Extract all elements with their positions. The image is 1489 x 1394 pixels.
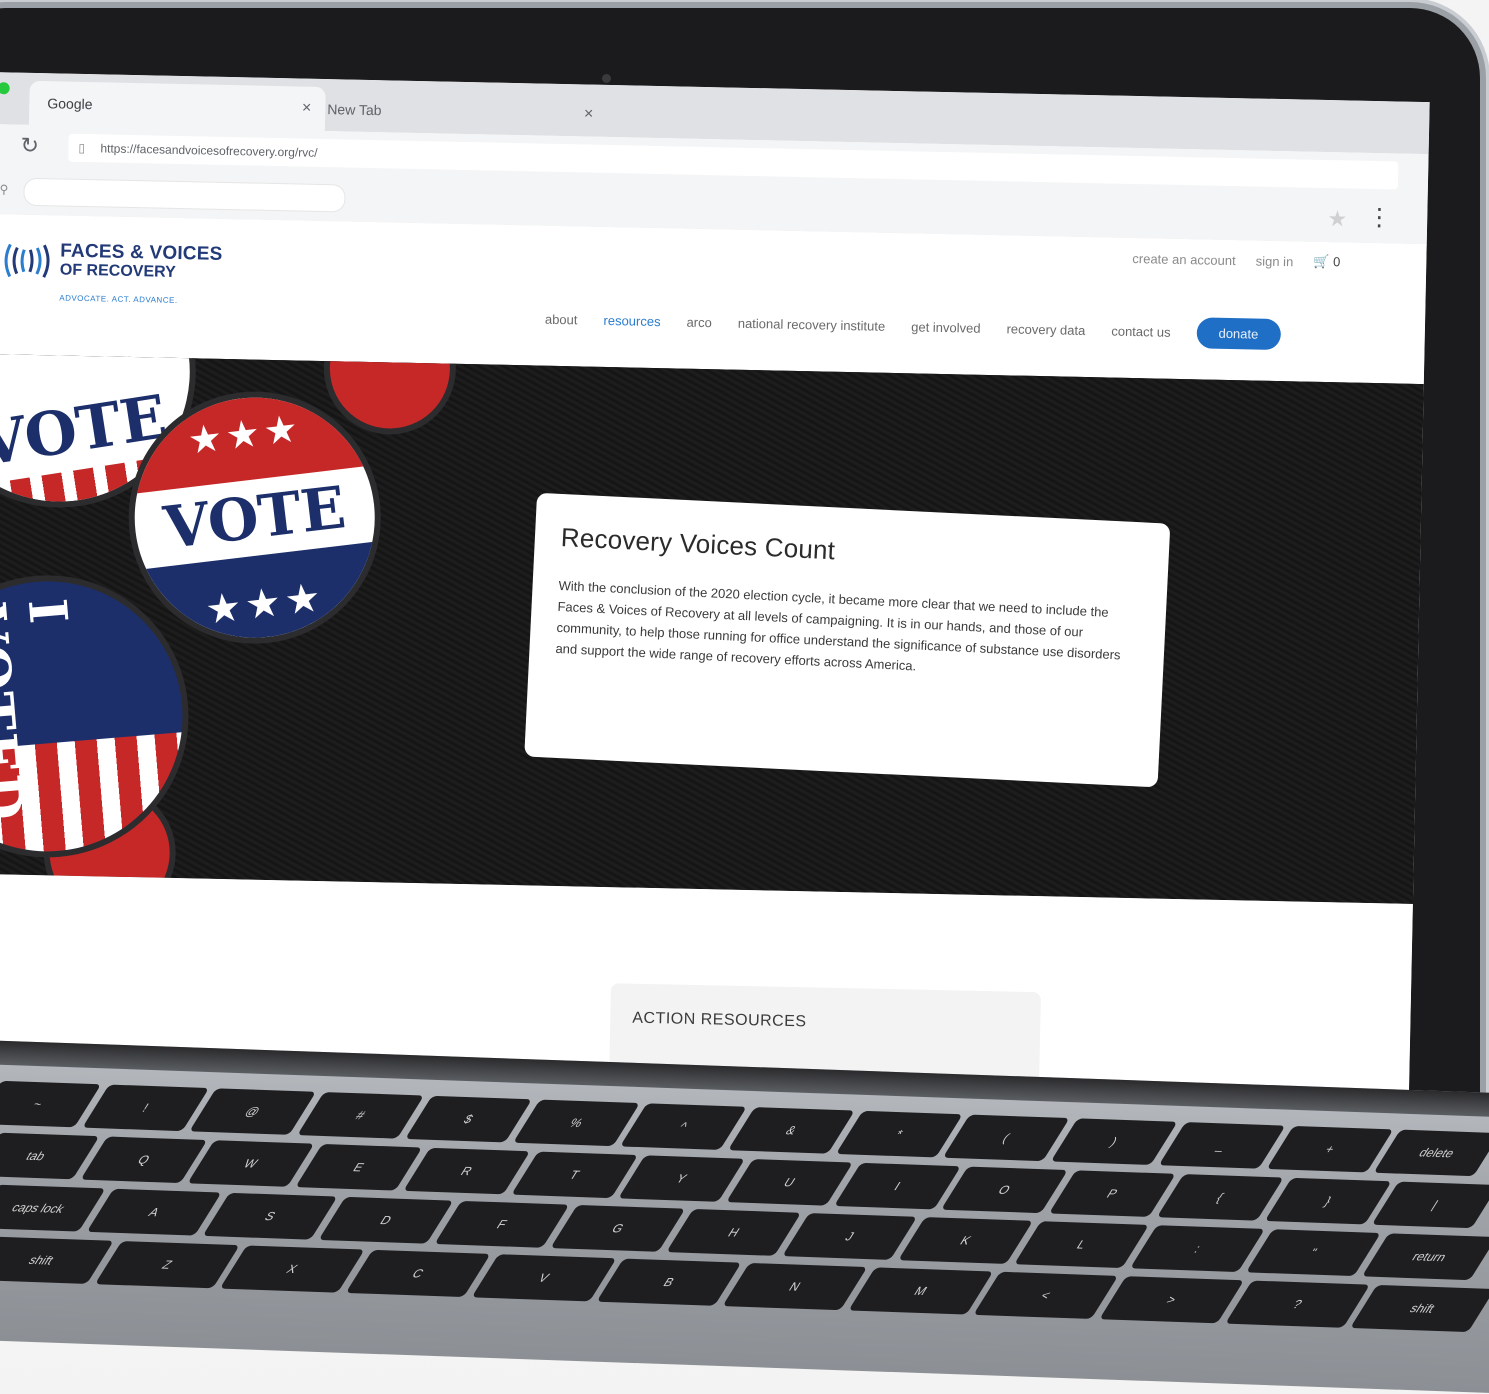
keyboard-key[interactable]: # <box>297 1092 424 1139</box>
keyboard-key[interactable]: & <box>727 1107 855 1154</box>
keyboard-key[interactable]: X <box>220 1245 365 1293</box>
keyboard-key[interactable]: % <box>512 1099 640 1147</box>
keyboard-key[interactable]: shift <box>1350 1284 1489 1333</box>
camera-icon <box>602 74 611 83</box>
tab-label: Google <box>47 95 93 113</box>
reload-icon[interactable]: ↻ <box>20 133 39 159</box>
logo-mark-icon <box>4 243 50 278</box>
keyboard-key[interactable]: _ <box>1158 1122 1286 1169</box>
keyboard-key[interactable]: S <box>202 1192 338 1240</box>
keyboard-key[interactable]: J <box>782 1213 918 1260</box>
keyboard-key[interactable]: * <box>835 1110 963 1158</box>
keyboard-key[interactable]: N <box>722 1262 868 1311</box>
keyboard-key[interactable]: } <box>1264 1177 1391 1225</box>
keyboard-key[interactable]: | <box>1372 1181 1489 1229</box>
browser-window: Google × New Tab × › ↻ ▯ https://facesan… <box>0 72 1430 1132</box>
keyboard-key[interactable]: F <box>434 1200 570 1248</box>
keyboard-key[interactable]: O <box>941 1166 1069 1214</box>
keyboard-key[interactable]: + <box>1266 1125 1393 1173</box>
keyboard-key[interactable]: ? <box>1224 1280 1370 1328</box>
keyboard-key[interactable]: R <box>403 1147 530 1195</box>
i-voted-text: I VOTED <box>0 596 79 825</box>
tab-close-icon[interactable]: × <box>584 105 594 123</box>
keyboard-key[interactable]: E <box>295 1144 423 1191</box>
keyboard-key[interactable]: : <box>1130 1225 1265 1273</box>
search-icon: ⚲ <box>0 182 9 197</box>
hero-banner: VOTE ★★★ VOTE ★★★ I VOTED Recovery Voice… <box>0 353 1424 904</box>
keyboard-key[interactable]: @ <box>189 1088 317 1135</box>
bookmark-star-icon[interactable]: ★ <box>1327 206 1347 232</box>
nav-item-get-involved[interactable]: get involved <box>911 319 981 335</box>
keyboard-key[interactable]: ( <box>943 1114 1070 1162</box>
keyboard-key[interactable]: V <box>471 1254 616 1302</box>
sign-in-link[interactable]: sign in <box>1256 253 1294 269</box>
keyboard-key[interactable]: H <box>666 1208 802 1256</box>
keyboard-key[interactable]: K <box>898 1217 1034 1264</box>
hero-card: Recovery Voices Count With the conclusio… <box>524 492 1171 788</box>
keyboard-key[interactable]: B <box>596 1258 742 1306</box>
laptop-keyboard-deck: ~! @ # $% ^ & *() _ + delete tab Q W E R T Y U I O P{} | caps … <box>0 1040 1489 1394</box>
donate-button[interactable]: donate <box>1196 317 1281 351</box>
nav-item-resources[interactable]: resources <box>603 313 660 329</box>
site-logo[interactable]: FACES & VOICES OF RECOVERY ADVOCATE. ACT… <box>0 240 223 306</box>
search-input[interactable] <box>23 177 346 213</box>
keyboard-key[interactable]: Y <box>618 1155 746 1202</box>
nav-item-national-recovery-institute[interactable]: national recovery institute <box>738 316 886 334</box>
nav-item-recovery-data[interactable]: recovery data <box>1006 321 1085 338</box>
keyboard-key[interactable]: ! <box>82 1084 209 1132</box>
keyboard-key[interactable]: ) <box>1050 1118 1178 1165</box>
tab-new-tab[interactable]: New Tab × <box>309 87 608 137</box>
logo-tagline: ADVOCATE. ACT. ADVANCE. <box>59 293 178 305</box>
nav-item-arco[interactable]: arco <box>686 315 712 331</box>
keyboard-key[interactable]: L <box>1014 1221 1149 1268</box>
keyboard-key[interactable]: A <box>86 1188 222 1236</box>
page-icon: ▯ <box>78 140 86 156</box>
hero-body: With the conclusion of the 2020 election… <box>555 577 1121 674</box>
window-maximize-button[interactable] <box>0 82 10 95</box>
menu-kebab-icon[interactable]: ⋮ <box>1367 203 1392 232</box>
cart-icon: 🛒 <box>1313 253 1330 270</box>
keyboard-key[interactable]: T <box>510 1151 638 1199</box>
hero-title: Recovery Voices Count <box>560 521 836 566</box>
keyboard-key[interactable]: shift <box>0 1236 114 1284</box>
keyboard-key[interactable]: $ <box>404 1095 532 1143</box>
main-nav: about resources arco national recovery i… <box>545 304 1281 351</box>
nav-item-contact-us[interactable]: contact us <box>1111 324 1171 340</box>
keyboard-key[interactable]: Z <box>94 1241 240 1289</box>
keyboard-key[interactable]: Q <box>80 1136 207 1184</box>
cart-button[interactable]: 🛒 0 <box>1313 254 1340 271</box>
keyboard-key[interactable]: M <box>848 1267 993 1315</box>
tab-google[interactable]: Google × <box>28 80 326 132</box>
keyboard-key[interactable]: < <box>973 1271 1119 1319</box>
keyboard-key[interactable]: ^ <box>620 1103 747 1150</box>
keyboard-key[interactable]: " <box>1245 1229 1381 1277</box>
keyboard-key[interactable]: delete <box>1373 1129 1489 1177</box>
keyboard-key[interactable]: C <box>345 1249 491 1298</box>
action-resources-title: ACTION RESOURCES <box>632 1009 807 1031</box>
create-account-link[interactable]: create an account <box>1132 250 1236 267</box>
vote-button-image: ★★★ VOTE ★★★ <box>114 377 395 658</box>
nav-item-about[interactable]: about <box>545 312 578 328</box>
keyboard-key[interactable]: U <box>726 1159 853 1206</box>
keyboard-key[interactable]: G <box>550 1204 686 1252</box>
keyboard-key[interactable]: I <box>833 1162 961 1210</box>
url-text: https://facesandvoicesofrecovery.org/rvc… <box>100 141 318 160</box>
keyboard-key[interactable]: { <box>1156 1174 1284 1221</box>
utility-links: create an account sign in 🛒 0 <box>1132 250 1340 270</box>
keyboard-key[interactable]: D <box>318 1196 454 1244</box>
keyboard-key[interactable]: P <box>1049 1170 1176 1217</box>
tab-label: New Tab <box>327 101 382 119</box>
keyboard: ~! @ # $% ^ & *() _ + delete tab Q W E R T Y U I O P{} | caps … <box>0 1080 1489 1340</box>
keyboard-key[interactable]: return <box>1361 1233 1489 1281</box>
cart-count: 0 <box>1332 254 1341 270</box>
logo-subtitle: OF RECOVERY <box>59 261 176 281</box>
keyboard-key[interactable]: W <box>187 1140 315 1187</box>
keyboard-key[interactable]: > <box>1099 1276 1244 1324</box>
